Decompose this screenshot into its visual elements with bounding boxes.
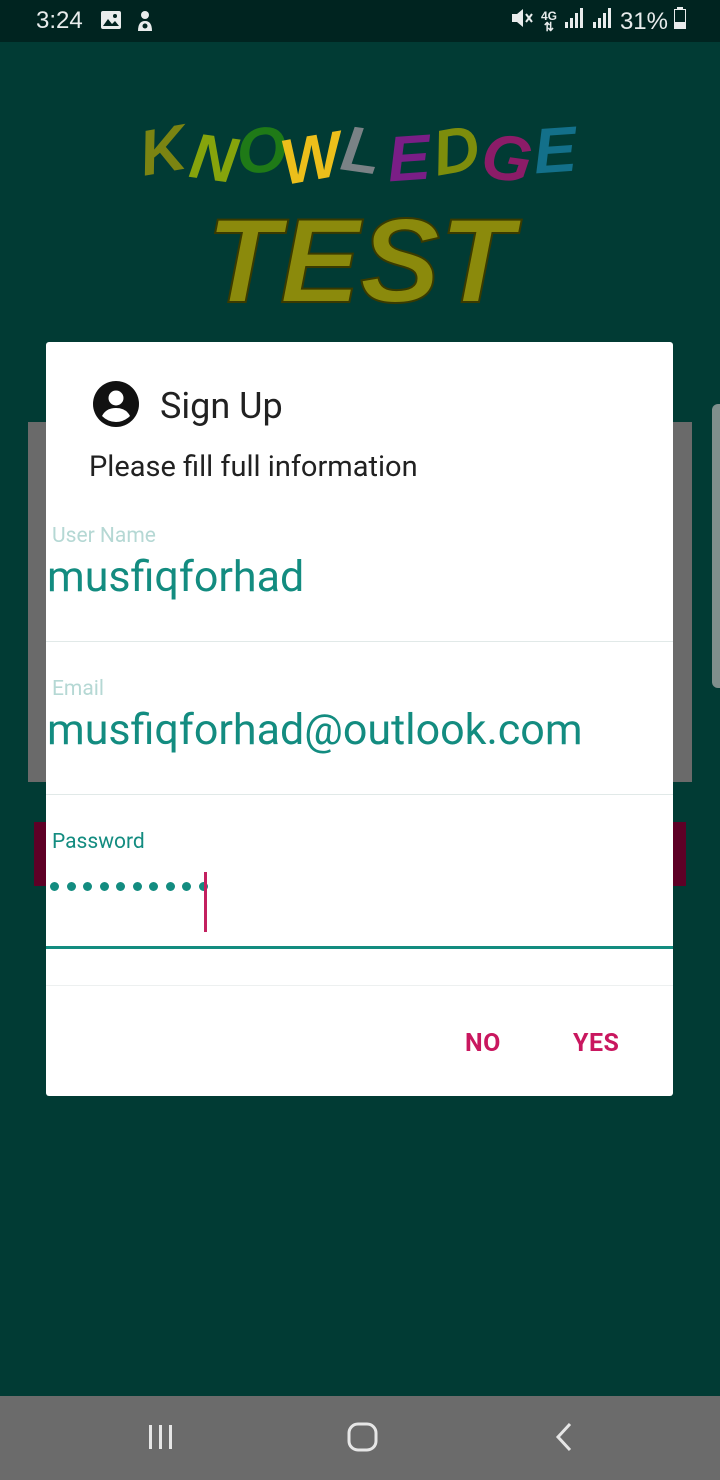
- 4g-data-icon: 4G ⇅: [540, 8, 557, 34]
- email-input[interactable]: musfiqforhad@outlook.com: [47, 705, 583, 755]
- dialog-header: Sign Up: [92, 380, 283, 432]
- status-right-group: 4G ⇅ 31%: [510, 7, 686, 36]
- password-dot: [83, 882, 92, 891]
- email-field[interactable]: Email musfiqforhad@outlook.com: [46, 643, 673, 795]
- password-dot: [182, 882, 191, 891]
- email-underline: [46, 794, 673, 795]
- app-logo: KNOWLEDGE TEST: [130, 110, 590, 340]
- logo-letter: E: [385, 120, 435, 195]
- username-field[interactable]: User Name musfiqforhad: [46, 490, 673, 642]
- signal-icon-2: [592, 7, 614, 36]
- logo-test-text: TEST: [207, 194, 522, 328]
- home-icon[interactable]: [346, 1420, 380, 1458]
- yes-button[interactable]: YES: [567, 1025, 625, 1062]
- back-icon[interactable]: [550, 1420, 580, 1458]
- password-dot: [149, 882, 158, 891]
- password-dot: [165, 882, 175, 891]
- password-label: Password: [52, 830, 145, 854]
- logo-knowledge-text: KNOWL EDGE: [134, 110, 581, 199]
- password-input[interactable]: [50, 882, 208, 891]
- logo-letter: D: [427, 111, 485, 190]
- usb-icon: [134, 9, 156, 38]
- mute-icon: [510, 7, 534, 36]
- username-underline: [46, 641, 673, 642]
- email-label: Email: [52, 677, 104, 701]
- signup-dialog: Sign Up Please fill full information Use…: [46, 342, 673, 1096]
- status-bar: 3:24 4G ⇅ 31%: [0, 0, 720, 42]
- username-input[interactable]: musfiqforhad: [47, 552, 304, 602]
- password-dot: [50, 882, 59, 891]
- gallery-icon: [100, 10, 122, 35]
- network-type-label: 4G: [540, 8, 557, 23]
- text-cursor: [204, 872, 207, 932]
- battery-percent: 31%: [619, 7, 668, 35]
- password-dot: [132, 882, 142, 891]
- password-dot: [66, 882, 76, 891]
- logo-letter: G: [477, 119, 536, 197]
- password-dot: [99, 882, 109, 891]
- no-button[interactable]: NO: [459, 1025, 507, 1062]
- password-dot: [116, 882, 125, 891]
- status-time: 3:24: [36, 7, 83, 34]
- logo-letter: L: [337, 112, 386, 189]
- dialog-title: Sign Up: [160, 385, 283, 427]
- dialog-divider: [46, 985, 673, 986]
- signal-icon: [564, 7, 586, 36]
- battery-icon: [674, 7, 686, 36]
- logo-letter: E: [531, 112, 581, 187]
- edge-panel-handle[interactable]: [712, 404, 720, 688]
- username-label: User Name: [52, 524, 156, 548]
- dialog-message: Please fill full information: [89, 450, 418, 484]
- password-field[interactable]: Password: [46, 796, 673, 949]
- password-underline: [46, 946, 673, 949]
- navigation-bar: [0, 1396, 720, 1480]
- account-circle-icon: [92, 380, 140, 432]
- recent-apps-icon[interactable]: [146, 1420, 176, 1458]
